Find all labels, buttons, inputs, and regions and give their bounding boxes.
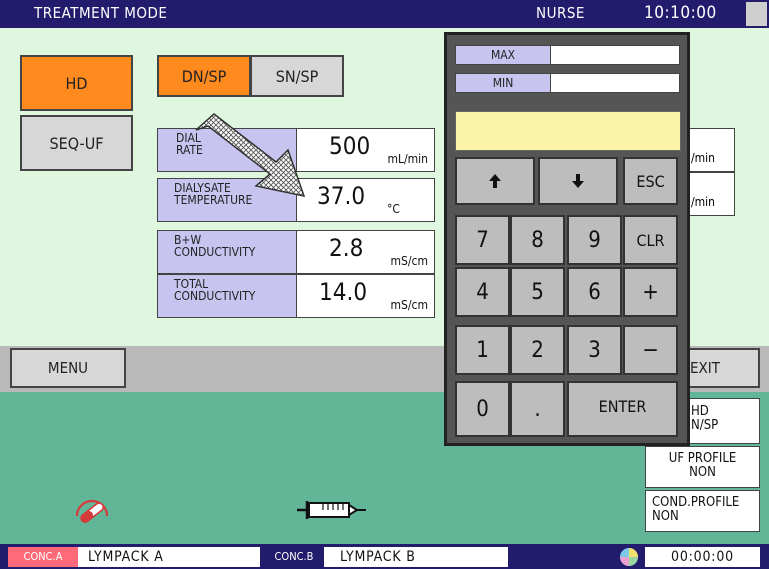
conc-a-value: LYMPACK A	[78, 547, 260, 567]
conc-b-tag: CONC.B	[264, 547, 324, 567]
enter-button[interactable]: ENTER	[567, 381, 678, 437]
plus-label: +	[642, 279, 659, 305]
partial-unit-2: /min	[691, 195, 715, 209]
key-7[interactable]: 7	[455, 215, 510, 265]
numeric-keypad: MAX MIN ESC 7 8 9 CLR 4 5 6 + 1 2 3 − 0 …	[444, 32, 690, 446]
exit-button[interactable]: EXIT	[686, 348, 760, 388]
key-4[interactable]: 4	[455, 267, 510, 317]
dialysate-rate-unit: mL/min	[387, 152, 428, 166]
key-6[interactable]: 6	[567, 267, 622, 317]
esc-button[interactable]: ESC	[623, 157, 678, 205]
hatched-arrow-icon	[195, 113, 306, 198]
key-8-label: 8	[531, 227, 544, 253]
min-label: MIN	[455, 73, 551, 93]
bw-conductivity-value: 2.8	[329, 234, 364, 262]
conc-a-tag: CONC.A	[8, 547, 78, 567]
bw-conductivity-unit: mS/cm	[390, 254, 428, 268]
key-5[interactable]: 5	[510, 267, 565, 317]
plus-button[interactable]: +	[623, 267, 678, 317]
key-7-label: 7	[476, 227, 489, 253]
up-arrow-button[interactable]	[455, 157, 535, 205]
total-conductivity-unit: mS/cm	[390, 298, 428, 312]
dn-sp-button[interactable]: DN/SP	[157, 55, 251, 97]
hd-mode-button[interactable]: HD	[20, 55, 133, 111]
partial-field-2[interactable]: /min	[688, 172, 735, 216]
keypad-display	[455, 111, 681, 151]
minus-label: −	[642, 337, 659, 363]
key-9-label: 9	[588, 227, 601, 253]
uf-profile-box[interactable]: UF PROFILE NON	[645, 446, 760, 488]
clr-label: CLR	[636, 230, 665, 250]
cond-profile-label: COND.PROFILE	[652, 495, 740, 510]
esc-label: ESC	[636, 171, 665, 191]
cond-profile-box[interactable]: COND.PROFILE NON	[645, 490, 760, 532]
conc-b-value: LYMPACK B	[324, 547, 508, 567]
minus-button[interactable]: −	[623, 325, 678, 375]
sn-sp-label: SN/SP	[275, 66, 319, 86]
menu-button[interactable]: MENU	[10, 348, 126, 388]
key-9[interactable]: 9	[567, 215, 622, 265]
dn-sp-label: DN/SP	[181, 66, 227, 86]
key-3[interactable]: 3	[567, 325, 622, 375]
mode-status-box: HD N/SP	[686, 398, 760, 444]
key-1-label: 1	[476, 337, 489, 363]
header-bar: TREATMENT MODE NURSE 10:10:00	[0, 0, 769, 28]
screen-title: TREATMENT MODE	[34, 4, 168, 22]
bw-conductivity-label: B+W CONDUCTIVITY	[157, 230, 297, 274]
dialysate-rate-value: 500	[329, 132, 371, 160]
clr-button[interactable]: CLR	[623, 215, 678, 265]
header-indicator	[746, 2, 767, 26]
down-arrow-icon	[572, 174, 584, 188]
key-3-label: 3	[588, 337, 601, 363]
key-0-label: 0	[476, 396, 489, 422]
key-2[interactable]: 2	[510, 325, 565, 375]
key-5-label: 5	[531, 279, 544, 305]
user-role: NURSE	[536, 4, 585, 22]
decimal-label: .	[534, 396, 541, 422]
seq-uf-label: SEQ-UF	[49, 133, 104, 153]
syringe-icon	[297, 501, 366, 519]
uf-profile-value: NON	[689, 465, 716, 480]
decimal-button[interactable]: .	[510, 381, 565, 437]
max-label: MAX	[455, 45, 551, 65]
sn-sp-button[interactable]: SN/SP	[250, 55, 344, 97]
mode-status-line2: N/SP	[691, 418, 719, 433]
color-wheel-icon	[620, 548, 638, 566]
up-arrow-icon	[489, 174, 501, 188]
key-4-label: 4	[476, 279, 489, 305]
uf-profile-label: UF PROFILE	[668, 451, 737, 466]
down-arrow-button[interactable]	[538, 157, 618, 205]
partial-unit-1: /min	[691, 151, 715, 165]
enter-label: ENTER	[598, 397, 647, 416]
menu-label: MENU	[47, 359, 89, 377]
total-conductivity-label: TOTAL CONDUCTIVITY	[157, 274, 297, 318]
cond-profile-value: NON	[652, 509, 679, 524]
gauge-icon	[75, 499, 109, 523]
key-1[interactable]: 1	[455, 325, 510, 375]
exit-label: EXIT	[690, 359, 720, 377]
key-6-label: 6	[588, 279, 601, 305]
hd-label: HD	[65, 73, 88, 93]
key-0[interactable]: 0	[455, 381, 510, 437]
seq-uf-button[interactable]: SEQ-UF	[20, 115, 133, 171]
max-value	[550, 45, 680, 65]
treatment-timer: 00:00:00	[645, 547, 760, 567]
total-conductivity-field[interactable]: 14.0 mS/cm	[296, 274, 435, 318]
dialysate-temp-unit: °C	[387, 202, 400, 216]
key-8[interactable]: 8	[510, 215, 565, 265]
key-2-label: 2	[531, 337, 544, 363]
total-conductivity-value: 14.0	[319, 278, 368, 306]
clock: 10:10:00	[644, 3, 717, 23]
mode-status-line1: HD	[691, 404, 709, 419]
partial-field-1[interactable]: /min	[688, 128, 735, 172]
bw-conductivity-field[interactable]: 2.8 mS/cm	[296, 230, 435, 274]
min-value	[550, 73, 680, 93]
